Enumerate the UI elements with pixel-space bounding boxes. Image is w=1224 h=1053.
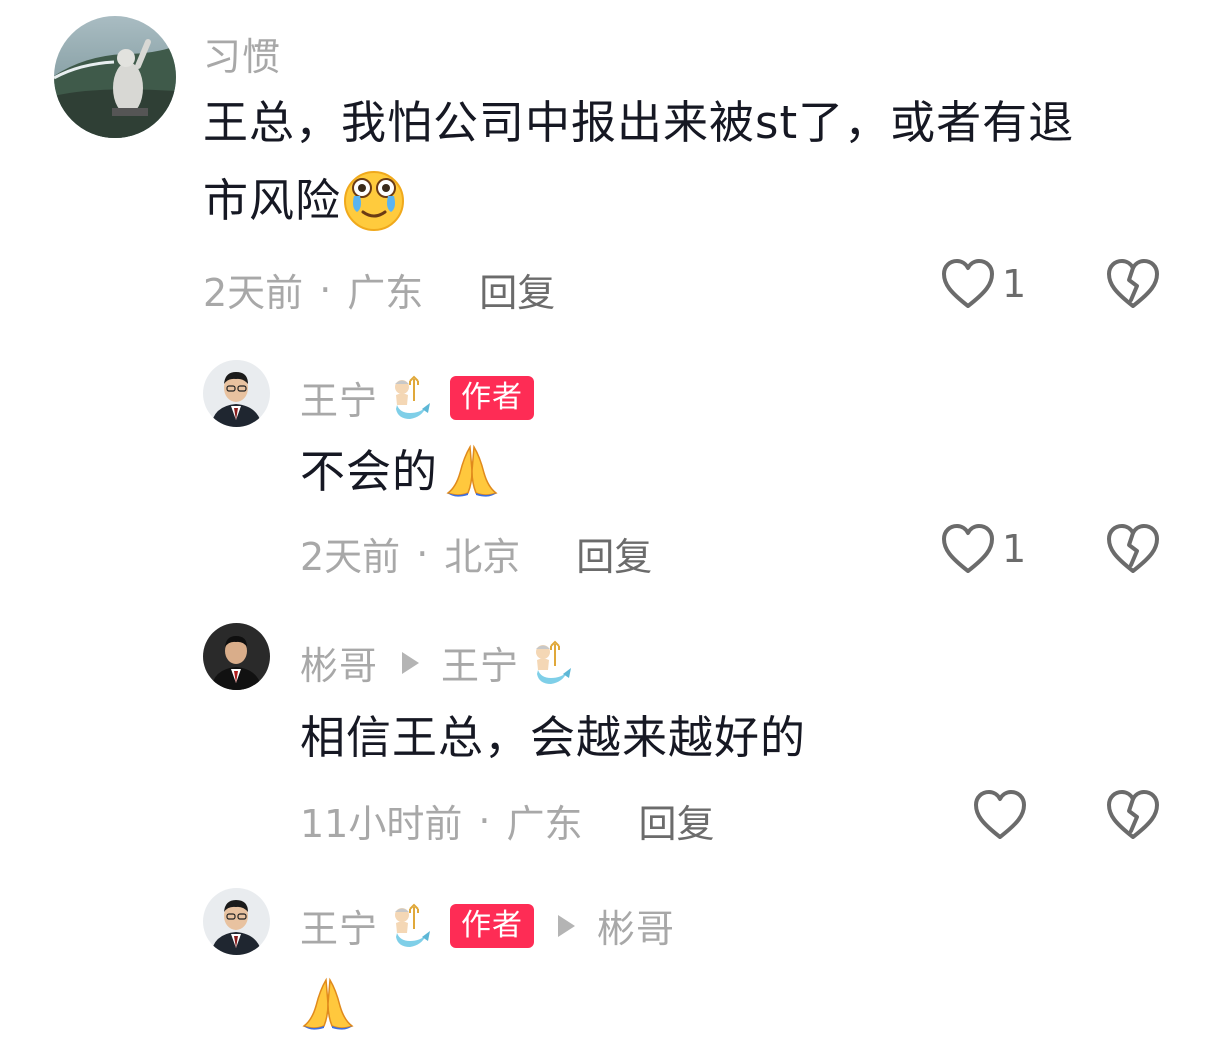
reply-to-username[interactable]: 彬哥 xyxy=(597,898,675,953)
avatar[interactable] xyxy=(54,16,176,138)
dislike-button[interactable] xyxy=(1105,523,1161,579)
merman-emoji-icon xyxy=(382,903,432,949)
comment-location: 广东 xyxy=(347,271,424,315)
like-count: 1 xyxy=(1002,527,1027,571)
reply-button[interactable]: 回复 xyxy=(576,526,652,581)
comment-header: 王宁 作者 xyxy=(300,370,535,425)
like-button[interactable]: 1 xyxy=(940,258,1026,310)
comment-text: 相信王总，会越来越好的 xyxy=(300,699,806,777)
reply-button[interactable]: 回复 xyxy=(638,793,714,848)
comment-item: 习惯 王总，我怕公司中报出来被st了，或者有退 市风险 2天前 · 广东 回复 … xyxy=(0,0,1224,330)
comment-thread: 习惯 王总，我怕公司中报出来被st了，或者有退 市风险 2天前 · 广东 回复 … xyxy=(0,0,1224,1053)
crying-smile-emoji-icon xyxy=(341,166,407,232)
reply-button[interactable]: 回复 xyxy=(479,262,555,317)
like-button[interactable]: 1 xyxy=(940,523,1026,575)
broken-heart-icon xyxy=(1107,790,1159,839)
reply-arrow-icon xyxy=(558,914,576,937)
praying-hands-emoji-icon xyxy=(444,443,500,499)
avatar[interactable] xyxy=(203,360,270,427)
comment-text xyxy=(300,962,356,1040)
comment-meta: 2天前 · 北京 回复 xyxy=(300,526,652,581)
broken-heart-icon xyxy=(1107,259,1159,308)
merman-emoji-icon xyxy=(523,640,573,686)
comment-location: 北京 xyxy=(444,535,521,579)
heart-outline-icon xyxy=(974,790,1026,839)
username[interactable]: 王宁 xyxy=(300,370,378,425)
meta-separator: · xyxy=(319,267,332,312)
reply-arrow-icon xyxy=(402,651,420,674)
comment-text-line: 不会的 xyxy=(300,445,439,498)
comment-text-line: 王总，我怕公司中报出来被st了，或者有退 xyxy=(203,96,1075,149)
comment-text-line: 市风险 xyxy=(203,174,342,227)
username[interactable]: 王宁 xyxy=(300,898,378,953)
comment-text: 王总，我怕公司中报出来被st了，或者有退 市风险 xyxy=(203,84,1193,240)
meta-separator: · xyxy=(416,531,429,576)
reply-item: 王宁 作者 彬哥 xyxy=(0,870,1224,1053)
like-button[interactable] xyxy=(972,789,1028,841)
merman-emoji-icon xyxy=(382,375,432,421)
comment-time: 2天前 xyxy=(203,271,304,315)
author-badge: 作者 xyxy=(450,903,535,948)
author-badge: 作者 xyxy=(450,375,535,420)
heart-outline-icon xyxy=(942,259,994,308)
reply-item: 王宁 作者 不会的 2天前 · 北京 回复 1 xyxy=(0,340,1224,600)
dislike-button[interactable] xyxy=(1105,258,1161,314)
username[interactable]: 彬哥 xyxy=(300,635,378,690)
praying-hands-emoji-icon xyxy=(300,974,356,1034)
comment-time: 11小时前 xyxy=(300,802,463,846)
meta-separator: · xyxy=(478,798,491,843)
reply-to-username[interactable]: 王宁 xyxy=(441,635,519,690)
comment-meta: 11小时前 · 广东 回复 xyxy=(300,793,714,848)
heart-outline-icon xyxy=(942,524,994,573)
comment-text: 不会的 xyxy=(300,433,500,511)
reply-item: 彬哥 王宁 相信王总，会越来越好的 11小时前 · 广东 回复 xyxy=(0,605,1224,875)
username[interactable]: 习惯 xyxy=(203,26,281,81)
comment-meta: 2天前 · 广东 回复 xyxy=(203,262,555,317)
comment-text-line: 相信王总，会越来越好的 xyxy=(300,711,807,764)
broken-heart-icon xyxy=(1107,524,1159,573)
comment-header: 王宁 作者 彬哥 xyxy=(300,898,675,953)
avatar[interactable] xyxy=(203,623,270,690)
avatar[interactable] xyxy=(203,888,270,955)
comment-header: 彬哥 王宁 xyxy=(300,635,573,690)
comment-header: 习惯 xyxy=(203,26,281,81)
comment-time: 2天前 xyxy=(300,535,401,579)
dislike-button[interactable] xyxy=(1105,789,1161,845)
like-count: 1 xyxy=(1002,262,1027,306)
comment-location: 广东 xyxy=(506,802,583,846)
